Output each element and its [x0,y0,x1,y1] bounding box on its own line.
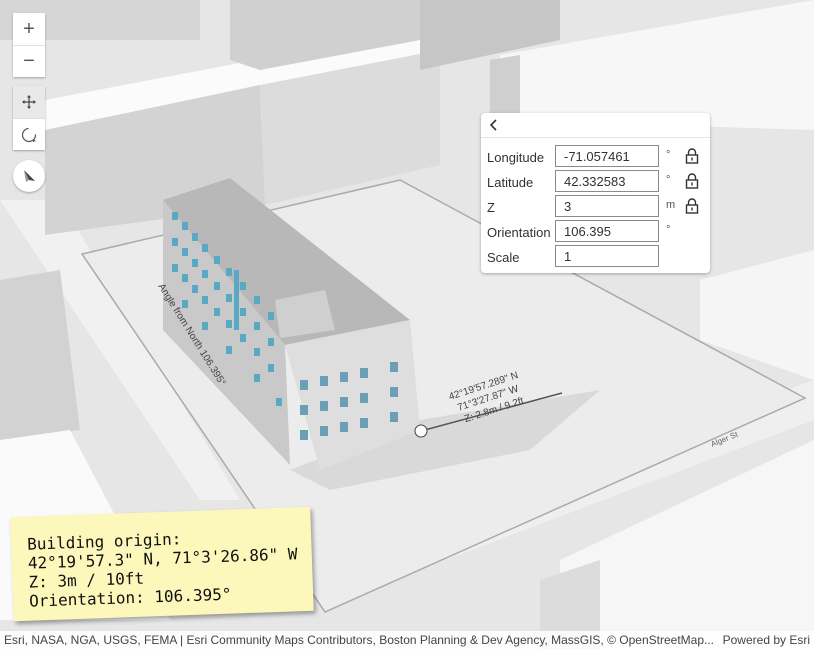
pan-button[interactable] [13,86,45,118]
z-label: Z [487,200,495,215]
orientation-input[interactable] [555,220,659,242]
longitude-unit: ° [666,149,671,161]
back-button[interactable] [489,118,499,136]
zoom-controls: + − [13,13,45,77]
longitude-row: Longitude ° [487,145,705,169]
compass-control [13,160,45,192]
compass-button[interactable] [13,160,45,192]
z-row: Z m [487,195,705,219]
lock-icon[interactable] [685,148,699,164]
rotate-icon [21,127,37,142]
powered-by-link[interactable]: Powered by Esri [723,633,810,647]
z-input[interactable] [555,195,659,217]
orientation-label: Orientation [487,225,551,240]
orientation-unit: ° [666,224,671,236]
latitude-unit: ° [666,174,671,186]
longitude-label: Longitude [487,150,545,165]
scale-input[interactable] [555,245,659,267]
orientation-row: Orientation ° [487,220,705,244]
move-icon [22,95,36,109]
chevron-left-icon [489,119,497,131]
attribution-text[interactable]: Esri, NASA, NGA, USGS, FEMA | Esri Commu… [4,633,714,647]
zoom-out-button[interactable]: − [13,45,45,77]
lock-icon[interactable] [685,173,699,189]
compass-icon [24,170,35,182]
scale-row: Scale [487,245,705,269]
origin-handle[interactable] [414,424,428,438]
rotate-button[interactable] [13,118,45,150]
coordinate-panel: Longitude ° Latitude ° Z m Orientation °… [481,113,710,273]
zoom-in-button[interactable]: + [13,13,45,45]
latitude-input[interactable] [555,170,659,192]
building-origin-note: Building origin: 42°19'57.3" N, 71°3'26.… [10,506,314,622]
minus-icon: − [23,50,35,72]
z-unit: m [666,199,676,211]
lock-icon[interactable] [685,198,699,214]
latitude-label: Latitude [487,175,534,190]
navigation-controls [13,86,45,150]
longitude-input[interactable] [555,145,659,167]
scale-label: Scale [487,250,520,265]
latitude-row: Latitude ° [487,170,705,194]
panel-divider [481,137,710,138]
plus-icon: + [23,17,35,40]
attribution-bar: Esri, NASA, NGA, USGS, FEMA | Esri Commu… [0,631,814,649]
